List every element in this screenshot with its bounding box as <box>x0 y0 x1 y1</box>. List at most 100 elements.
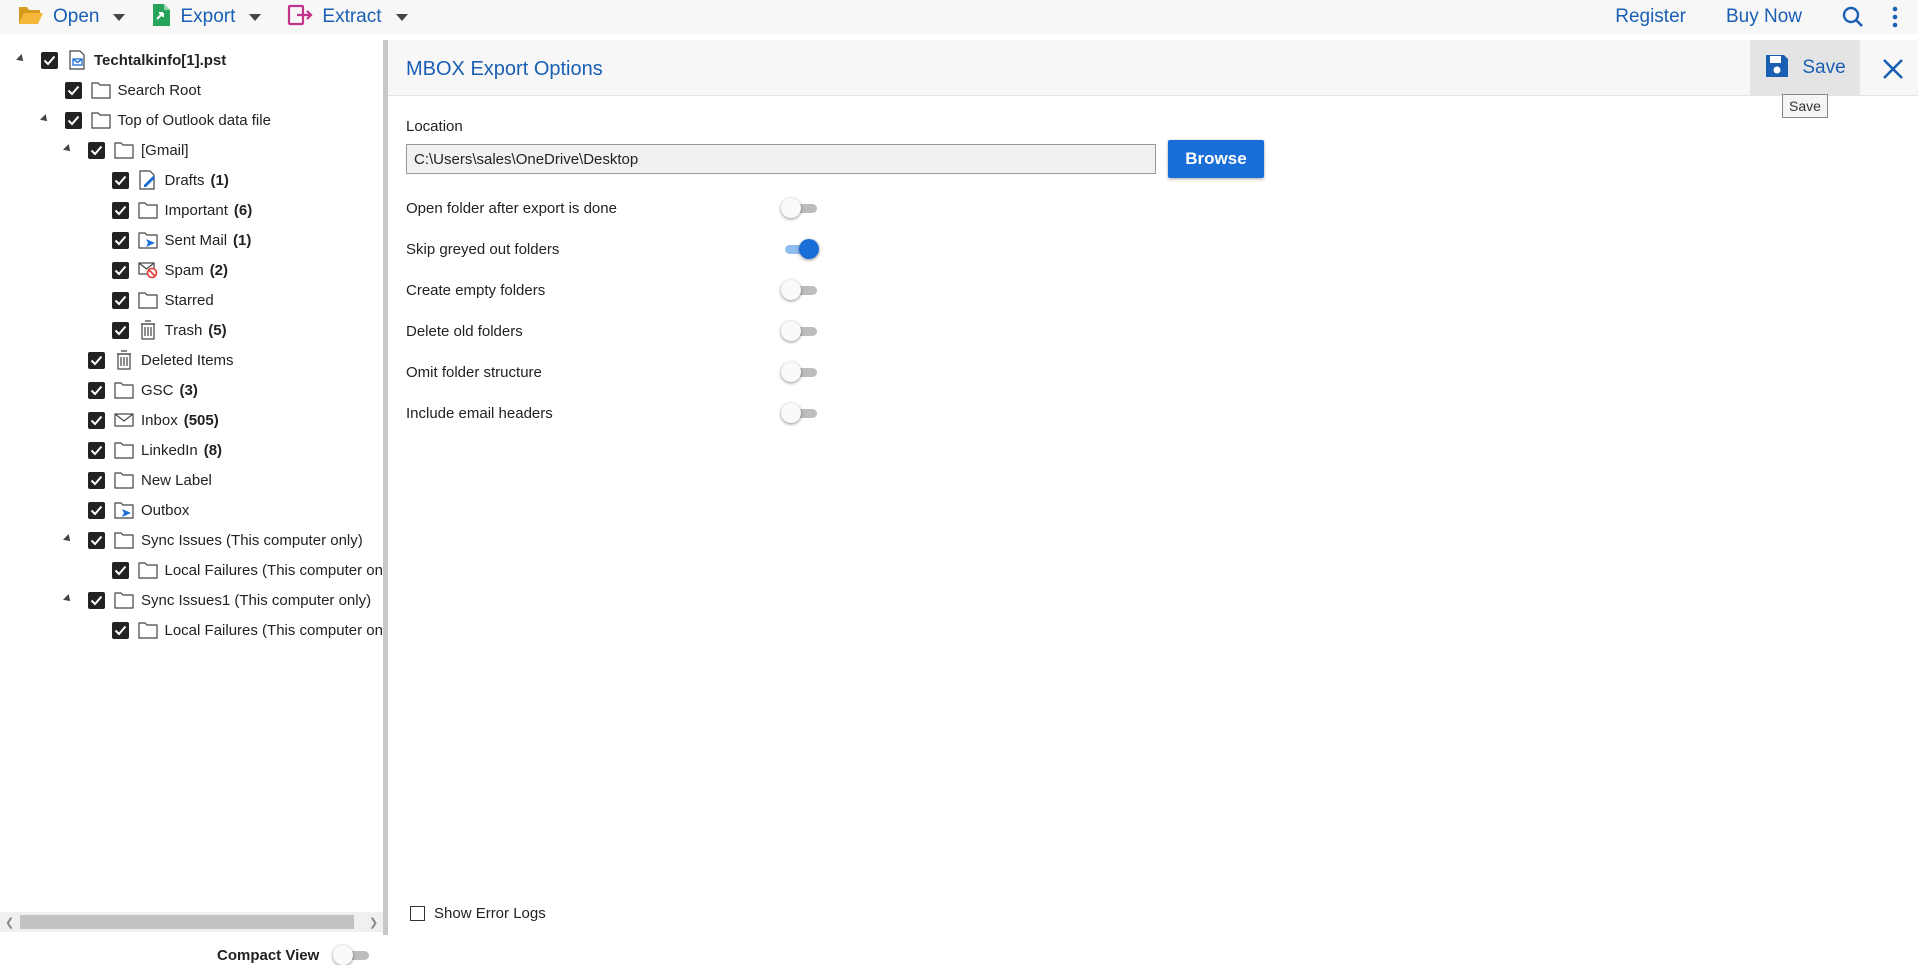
tree-item[interactable]: Sent Mail (1) <box>111 225 252 255</box>
tree-item[interactable]: GSC (3) <box>88 375 198 405</box>
tree-item[interactable]: Important (6) <box>111 195 253 225</box>
tree-item-label: Techtalkinfo[1].pst <box>94 51 227 69</box>
compact-view-toggle[interactable] <box>333 945 371 965</box>
extract-dropdown-icon[interactable] <box>395 13 408 21</box>
tree-item-checkbox[interactable] <box>64 81 82 99</box>
browse-button[interactable]: Browse <box>1168 140 1264 178</box>
option-row: Open folder after export is done <box>406 196 617 220</box>
folder-icon <box>114 380 134 400</box>
tree-item[interactable]: Drafts (1) <box>111 165 229 195</box>
option-toggle[interactable] <box>781 280 819 300</box>
tree-item-checkbox[interactable] <box>88 441 105 459</box>
option-row: Omit folder structure <box>406 360 542 384</box>
show-error-logs[interactable]: Show Error Logs <box>410 905 546 922</box>
tree-item[interactable]: Techtalkinfo[1].pst <box>16 45 227 75</box>
tree-item[interactable]: LinkedIn (8) <box>88 435 222 465</box>
tree-item-count: (6) <box>233 201 253 219</box>
open-dropdown-icon[interactable] <box>113 13 126 21</box>
tree-item[interactable]: [Gmail] <box>63 135 189 165</box>
tree-item-checkbox[interactable] <box>111 201 129 219</box>
tree-item-checkbox[interactable] <box>111 291 129 309</box>
tree-item[interactable]: Trash (5) <box>111 315 227 345</box>
tree-item-checkbox[interactable] <box>88 381 105 399</box>
scroll-right-icon[interactable]: ❯ <box>369 916 378 929</box>
tree-item-label: New Label <box>141 471 212 489</box>
option-toggle[interactable] <box>781 362 819 382</box>
folder-icon <box>137 620 158 640</box>
tree-item-label: LinkedIn <box>141 441 198 459</box>
tree-item-checkbox[interactable] <box>111 321 129 339</box>
tree-item[interactable]: Deleted Items <box>88 345 234 375</box>
tree-item-checkbox[interactable] <box>88 531 105 549</box>
scroll-left-icon[interactable]: ❮ <box>5 916 14 929</box>
tree-item[interactable]: Starred <box>111 285 214 315</box>
spam-icon <box>137 260 158 280</box>
extract-button[interactable]: Extract <box>287 3 408 31</box>
option-label: Delete old folders <box>406 322 523 340</box>
show-error-logs-checkbox[interactable] <box>410 906 425 921</box>
expand-collapse-icon[interactable] <box>16 54 26 64</box>
expand-collapse-icon[interactable] <box>63 594 73 604</box>
horizontal-scrollbar[interactable]: ❮ ❯ <box>0 912 383 932</box>
search-icon[interactable] <box>1842 6 1864 28</box>
option-toggle[interactable] <box>781 321 819 341</box>
tree-item[interactable]: Local Failures (This computer only) <box>111 615 399 645</box>
save-button[interactable]: Save <box>1750 40 1860 96</box>
scrollbar-thumb[interactable] <box>20 915 354 929</box>
tree-item-checkbox[interactable] <box>111 171 129 189</box>
tree-item[interactable]: Outbox <box>88 495 189 525</box>
tree-item[interactable]: Sync Issues1 (This computer only) <box>63 585 371 615</box>
toolbar: Open Export Extract Register Buy Now <box>0 0 1918 34</box>
buy-now-link[interactable]: Buy Now <box>1726 6 1802 28</box>
tree-item[interactable]: New Label <box>88 465 212 495</box>
expand-collapse-icon[interactable] <box>39 114 50 124</box>
tree-item[interactable]: Spam (2) <box>111 255 228 285</box>
expand-collapse-icon[interactable] <box>63 534 73 544</box>
tree-item-label: Important <box>164 201 228 219</box>
panel-title: MBOX Export Options <box>406 58 603 80</box>
tree-item-checkbox[interactable] <box>111 231 129 249</box>
tree-item-count: (1) <box>233 231 252 249</box>
open-button[interactable]: Open <box>18 3 126 31</box>
folder-open-icon <box>18 4 44 31</box>
tree-item-label: Spam <box>164 261 204 279</box>
tree-item-label: Search Root <box>117 81 201 99</box>
inbox-icon <box>114 410 134 430</box>
tree-item-checkbox[interactable] <box>64 111 82 129</box>
option-toggle[interactable] <box>781 403 819 423</box>
close-icon[interactable] <box>1878 54 1908 84</box>
tree-item-checkbox[interactable] <box>111 561 129 579</box>
tree-item-checkbox[interactable] <box>88 411 105 429</box>
tree-item-checkbox[interactable] <box>41 51 58 69</box>
register-link[interactable]: Register <box>1615 6 1686 28</box>
folder-icon <box>114 440 134 460</box>
tree-item[interactable]: Inbox (505) <box>88 405 219 435</box>
folder-icon <box>137 290 158 310</box>
tree-item-checkbox[interactable] <box>88 141 105 159</box>
tree-item-checkbox[interactable] <box>88 591 105 609</box>
export-button[interactable]: Export <box>151 3 262 31</box>
export-dropdown-icon[interactable] <box>249 13 262 21</box>
tree-item[interactable]: Search Root <box>64 75 201 105</box>
option-label: Open folder after export is done <box>406 199 617 217</box>
tree-item-count: (3) <box>179 381 198 399</box>
tree-item-checkbox[interactable] <box>88 471 105 489</box>
tree-item-label: Inbox <box>141 411 178 429</box>
tree-item-label: Starred <box>164 291 214 309</box>
tree-item-checkbox[interactable] <box>88 501 105 519</box>
expand-collapse-icon[interactable] <box>63 144 73 154</box>
folder-icon <box>114 530 134 550</box>
tree-item-checkbox[interactable] <box>111 261 129 279</box>
option-label: Include email headers <box>406 404 553 422</box>
more-vertical-icon[interactable] <box>1892 6 1898 28</box>
tree-item-label: Sent Mail <box>164 231 228 249</box>
tree-item[interactable]: Sync Issues (This computer only) <box>63 525 363 555</box>
tree-item-checkbox[interactable] <box>88 351 105 369</box>
tree-item[interactable]: Top of Outlook data file <box>39 105 271 135</box>
tree-item-checkbox[interactable] <box>111 621 129 639</box>
location-input[interactable] <box>406 144 1156 174</box>
option-toggle[interactable] <box>781 239 819 259</box>
tree-item[interactable]: Local Failures (This computer only) <box>111 555 399 585</box>
tree-item-label: Local Failures (This computer only) <box>164 621 399 639</box>
option-toggle[interactable] <box>781 198 819 218</box>
